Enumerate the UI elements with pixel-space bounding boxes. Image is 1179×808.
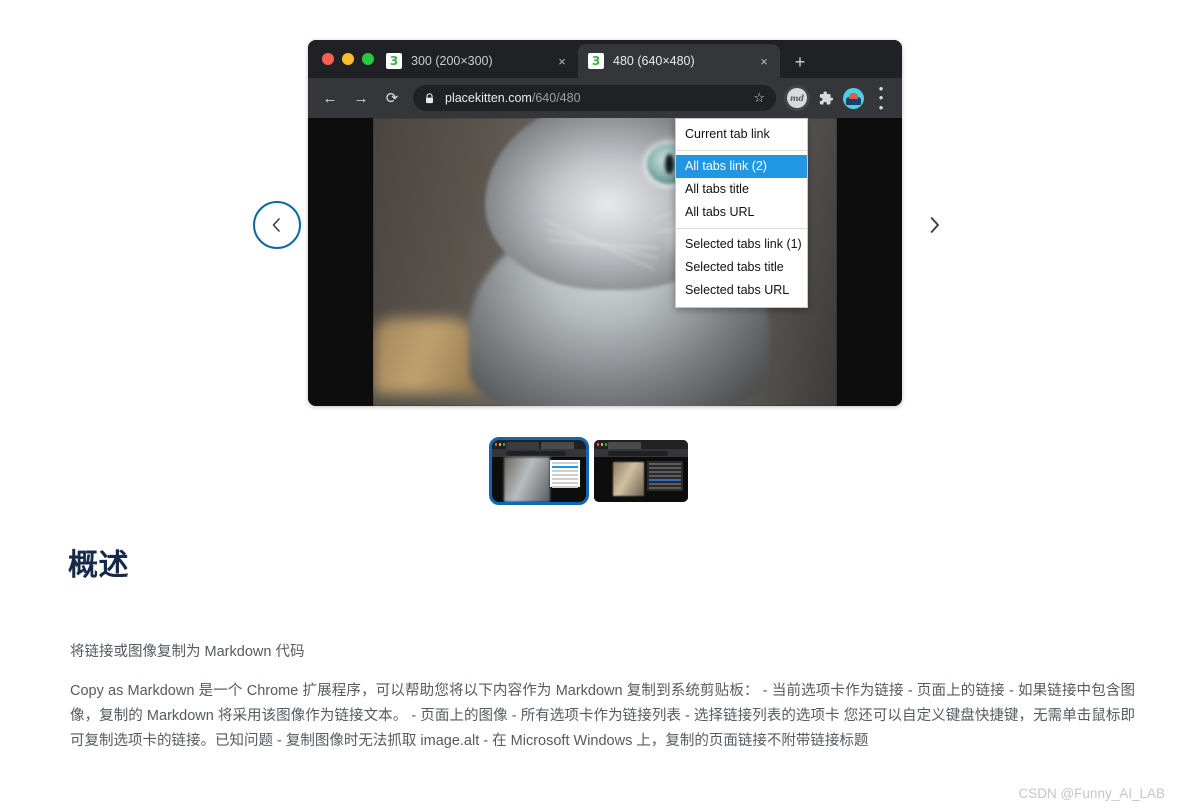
url-path: /640/480 [531, 91, 581, 105]
bookmark-star-icon[interactable]: ☆ [745, 90, 765, 106]
screenshot-thumbnail-2[interactable] [593, 440, 688, 502]
chevron-left-icon [272, 218, 280, 232]
thumb-tabstrip [491, 440, 586, 449]
reload-icon[interactable]: ⟳ [378, 84, 406, 112]
browser-toolbar: ← → ⟳ placekitten.com/640/480 ☆ md • • • [308, 78, 902, 118]
forward-icon[interactable]: → [347, 84, 375, 112]
new-tab-button[interactable]: + [786, 48, 814, 76]
thumb-context-menu [646, 461, 683, 491]
page-viewport: Current tab link All tabs link (2) All t… [308, 118, 902, 406]
kitten-left-pupil [665, 154, 674, 174]
screenshot-carousel: 3 300 (200×300) × 3 480 (640×480) × + ← … [0, 0, 1179, 520]
menu-item-selected-tabs-title[interactable]: Selected tabs title [676, 256, 807, 279]
url-text: placekitten.com/640/480 [445, 91, 581, 105]
thumb-dropdown-menu [549, 460, 580, 488]
browser-menu-button[interactable]: • • • [868, 80, 894, 115]
maximize-window-button[interactable] [362, 53, 374, 65]
thumb-kitten-image [612, 462, 644, 496]
browser-tabs: 3 300 (200×300) × 3 480 (640×480) × + [376, 44, 814, 78]
page-title: 概述 [68, 549, 129, 582]
close-tab-2-icon[interactable]: × [756, 53, 772, 69]
carousel-next-button[interactable] [910, 201, 958, 249]
screenshot-thumbnail-1[interactable] [488, 437, 589, 505]
thumb-tabstrip [593, 440, 688, 449]
article-body: Copy as Markdown 是一个 Chrome 扩展程序，可以帮助您将以… [70, 683, 1135, 749]
thumb-page [491, 457, 586, 502]
avatar-icon [842, 87, 864, 109]
placekitten-favicon-icon: 3 [588, 53, 604, 69]
kitten-whisker [544, 220, 655, 270]
close-window-button[interactable] [322, 53, 334, 65]
browser-tab-1[interactable]: 3 300 (200×300) × [376, 44, 578, 78]
md-badge-icon: md [787, 88, 807, 108]
menu-item-selected-tabs-link[interactable]: Selected tabs link (1) [676, 233, 807, 256]
article-section: 概述 将链接或图像复制为 Markdown 代码 Copy as Markdow… [0, 540, 1179, 801]
carousel-prev-button[interactable] [253, 201, 301, 249]
thumb-window-controls [596, 443, 607, 446]
browser-screenshot: 3 300 (200×300) × 3 480 (640×480) × + ← … [308, 40, 902, 406]
menu-separator [676, 150, 807, 151]
minimize-window-button[interactable] [342, 53, 354, 65]
extensions-puzzle-icon[interactable] [812, 85, 838, 111]
kebab-menu-icon: • • • [878, 80, 884, 115]
chevron-right-icon [930, 217, 939, 233]
thumb-toolbar [593, 449, 688, 457]
browser-tab-2[interactable]: 3 480 (640×480) × [578, 44, 780, 78]
menu-item-all-tabs-url[interactable]: All tabs URL [676, 201, 807, 224]
copy-as-markdown-dropdown-menu: Current tab link All tabs link (2) All t… [675, 118, 808, 308]
address-bar[interactable]: placekitten.com/640/480 ☆ [413, 85, 776, 111]
profile-avatar[interactable] [840, 85, 866, 111]
back-icon[interactable]: ← [316, 84, 344, 112]
puzzle-piece-glyph [819, 90, 833, 105]
lock-icon [426, 92, 433, 103]
menu-separator [676, 228, 807, 229]
copy-as-markdown-extension-button[interactable]: md [784, 85, 810, 111]
article-lead: 将链接或图像复制为 Markdown 代码 [70, 644, 305, 660]
thumb-toolbar [491, 449, 586, 457]
url-domain: placekitten.com [445, 91, 532, 105]
window-controls [322, 53, 374, 65]
menu-item-selected-tabs-url[interactable]: Selected tabs URL [676, 279, 807, 302]
csdn-watermark: CSDN @Funny_AI_LAB [1018, 786, 1165, 801]
browser-tab-2-title: 480 (640×480) [613, 54, 695, 68]
thumb-window-controls [494, 443, 505, 446]
carousel-thumbnails [0, 437, 1179, 505]
close-tab-1-icon[interactable]: × [554, 53, 570, 69]
thumb-kitten-image [503, 457, 550, 502]
thumb-page [593, 457, 688, 502]
menu-item-all-tabs-title[interactable]: All tabs title [676, 178, 807, 201]
placekitten-favicon-icon: 3 [386, 53, 402, 69]
browser-tab-1-title: 300 (200×300) [411, 54, 493, 68]
menu-item-all-tabs-link[interactable]: All tabs link (2) [676, 155, 807, 178]
browser-tab-strip: 3 300 (200×300) × 3 480 (640×480) × + [308, 40, 902, 78]
menu-item-current-tab-link[interactable]: Current tab link [676, 123, 807, 146]
